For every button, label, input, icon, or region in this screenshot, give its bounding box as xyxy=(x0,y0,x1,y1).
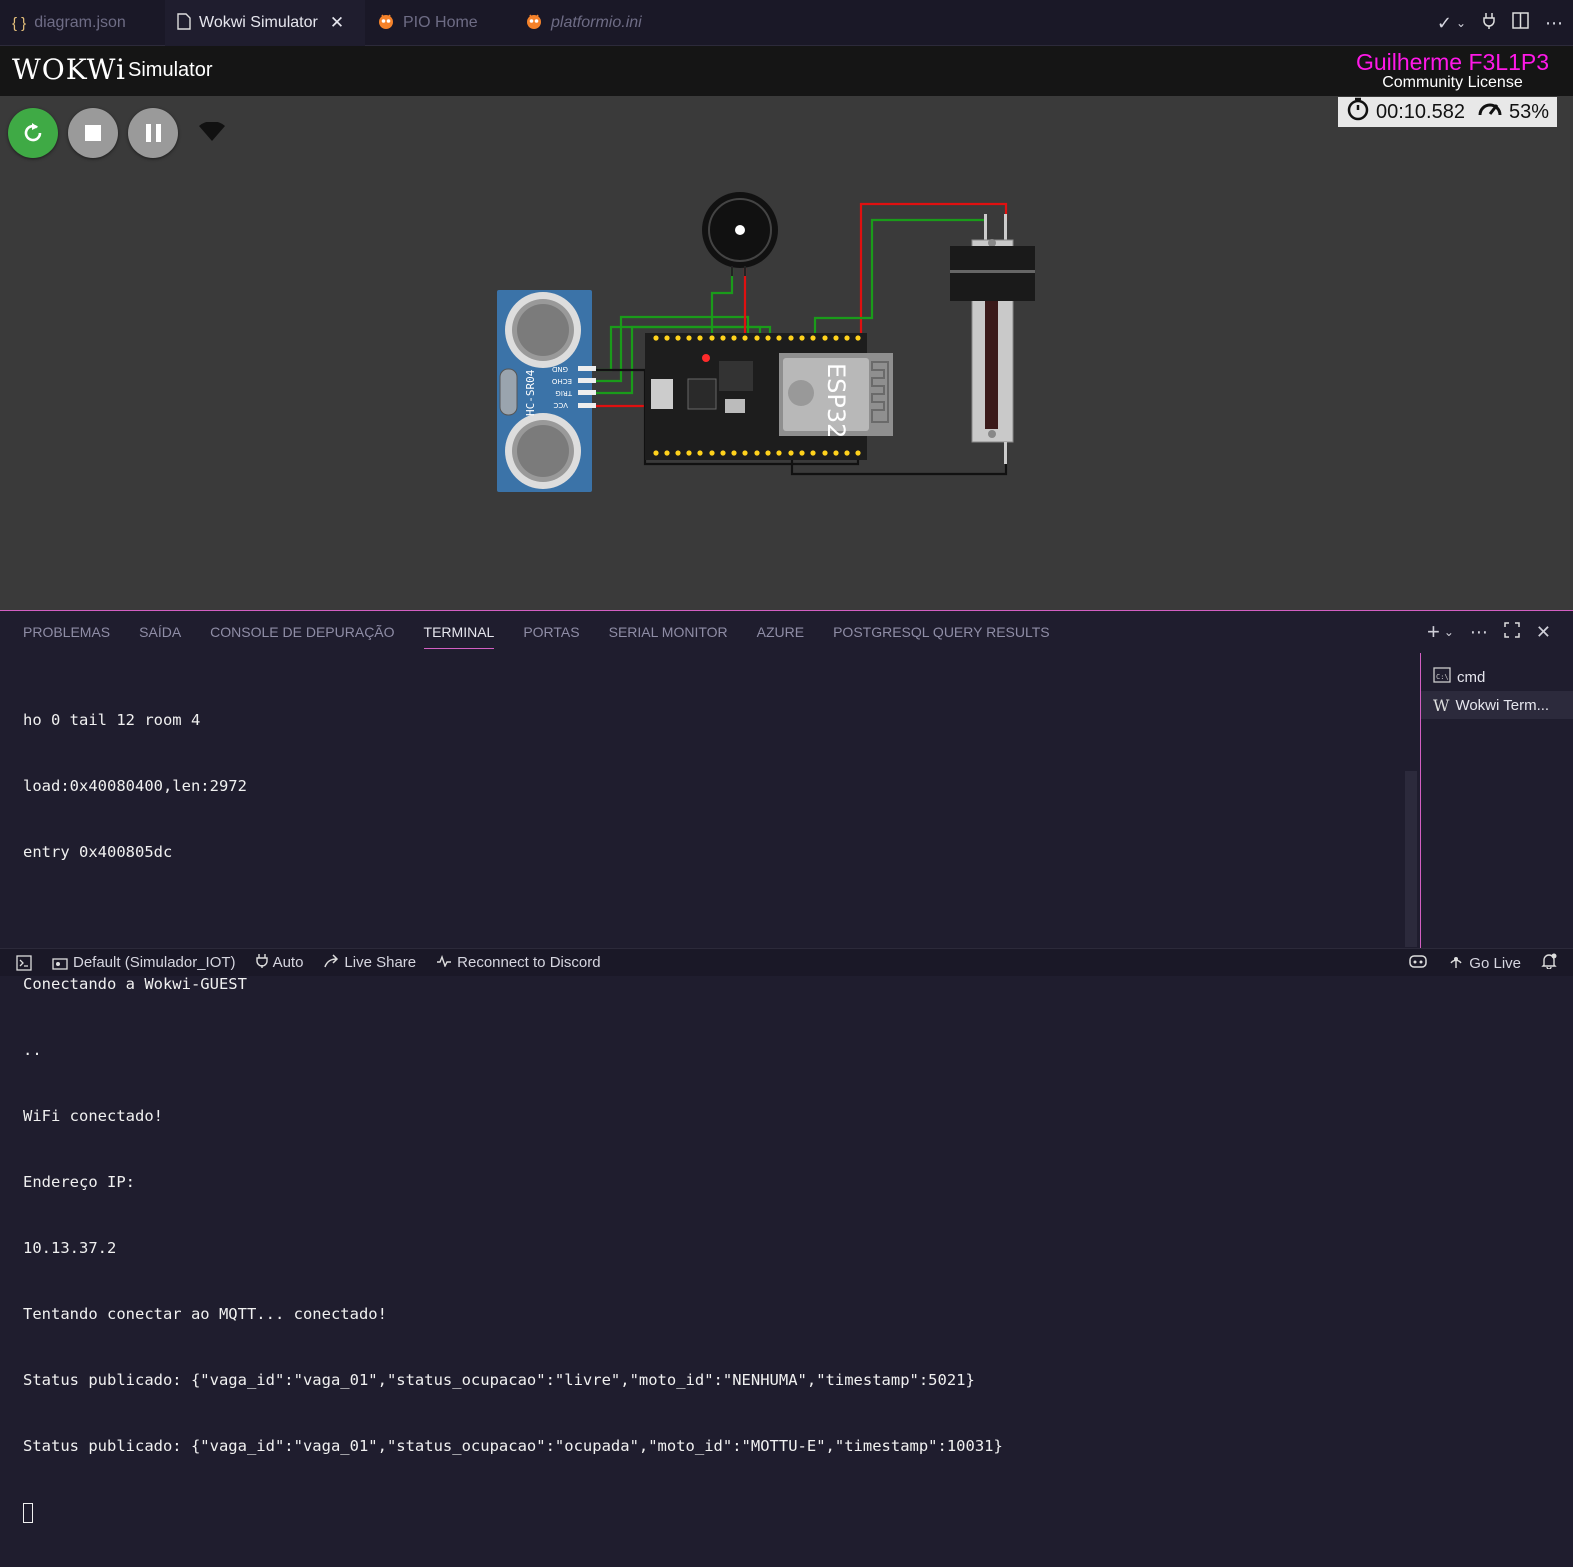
circuit-diagram: HC-SR04 GND ECHO TRIG VCC ESP32 xyxy=(497,192,1035,492)
status-go-live-label: Go Live xyxy=(1469,954,1521,972)
cmd-icon: C:\ xyxy=(1433,667,1451,687)
editor-actions: ✓ ⌄ ⋯ xyxy=(1437,0,1563,46)
terminal-line: 10.13.37.2 xyxy=(23,1239,117,1257)
simulator-title: Simulator xyxy=(128,59,213,81)
check-icon[interactable]: ✓ xyxy=(1437,13,1452,34)
tab-portas[interactable]: PORTAS xyxy=(523,611,579,653)
status-discord-label: Reconnect to Discord xyxy=(457,954,601,971)
platformio-icon xyxy=(525,12,543,34)
terminal-line: Status publicado: {"vaga_id":"vaga_01","… xyxy=(23,1437,1003,1455)
pulse-icon xyxy=(436,954,452,971)
more-actions-icon[interactable]: ⋯ xyxy=(1470,622,1488,643)
tab-azure[interactable]: AZURE xyxy=(757,611,804,653)
tab-label: diagram.json xyxy=(34,14,126,31)
terminal-line: Conectando a Wokwi-GUEST xyxy=(23,975,247,993)
wokwi-icon: W xyxy=(1433,695,1450,715)
status-live-share-label: Live Share xyxy=(344,954,417,971)
copilot-icon[interactable] xyxy=(1408,953,1428,973)
bottom-panel: PROBLEMAS SAÍDA CONSOLE DE DEPURAÇÃO TER… xyxy=(0,610,1573,1523)
platformio-icon xyxy=(377,12,395,34)
simulation-canvas[interactable]: 00:10.582 53% HC-SR04 GND ECHO TRIG VCC … xyxy=(0,96,1573,610)
profile-icon xyxy=(52,957,68,970)
panel-tabs: PROBLEMAS SAÍDA CONSOLE DE DEPURAÇÃO TER… xyxy=(0,611,1056,653)
user-info: Guilherme F3L1P3 Community License xyxy=(1356,49,1549,92)
user-name: Guilherme F3L1P3 xyxy=(1355,49,1549,75)
status-discord[interactable]: Reconnect to Discord xyxy=(436,954,601,971)
terminal-line: load:0x40080400,len:2972 xyxy=(23,777,247,795)
plug-icon[interactable] xyxy=(1482,12,1496,35)
status-go-live[interactable]: Go Live xyxy=(1448,953,1521,973)
ultrasonic-sensor[interactable]: HC-SR04 GND ECHO TRIG VCC xyxy=(497,290,596,492)
sensor-model-label: HC-SR04 xyxy=(524,369,537,416)
tab-saida[interactable]: SAÍDA xyxy=(139,611,181,653)
tab-platformio-ini[interactable]: platformio.ini xyxy=(513,0,683,46)
terminal-line: .. xyxy=(23,1041,42,1059)
status-auto-label: Auto xyxy=(272,954,304,971)
terminal-line: WiFi conectado! xyxy=(23,1107,163,1125)
status-profile[interactable]: Default (Simulador_IOT) xyxy=(52,954,236,971)
status-right: Go Live xyxy=(1408,949,1557,977)
tab-label: PIO Home xyxy=(403,14,478,31)
chevron-down-icon[interactable]: ⌄ xyxy=(1456,16,1466,30)
sensor-pin-echo: ECHO xyxy=(551,377,572,385)
license-label: Community License xyxy=(1382,74,1523,91)
status-auto[interactable]: Auto xyxy=(255,953,304,973)
braces-icon: { } xyxy=(12,14,27,32)
terminal-item-label: Wokwi Term... xyxy=(1455,696,1550,714)
terminal-line: ho 0 tail 12 room 4 xyxy=(23,711,201,729)
live-share-icon xyxy=(323,953,339,973)
tab-diagram-json[interactable]: { } diagram.json xyxy=(0,0,165,46)
terminal-item-wokwi[interactable]: W Wokwi Term... xyxy=(1421,691,1573,719)
terminal-output[interactable]: ho 0 tail 12 room 4 load:0x40080400,len:… xyxy=(23,665,1003,1567)
terminal-item-label: cmd xyxy=(1457,668,1486,686)
more-actions-icon[interactable]: ⋯ xyxy=(1545,13,1563,34)
sensor-pin-vcc: VCC xyxy=(553,401,568,409)
close-panel-icon[interactable]: ✕ xyxy=(1536,622,1551,643)
chevron-down-icon[interactable]: ⌄ xyxy=(1444,625,1454,639)
file-icon xyxy=(177,12,191,34)
tab-label: platformio.ini xyxy=(551,14,642,31)
terminal-cursor xyxy=(23,1502,33,1523)
wokwi-logo: WOKWi xyxy=(12,53,126,86)
buzzer[interactable] xyxy=(702,192,778,276)
status-bar: Default (Simulador_IOT) Auto Live Share … xyxy=(0,948,1573,976)
tab-terminal[interactable]: TERMINAL xyxy=(423,611,494,653)
tab-label: Wokwi Simulator xyxy=(199,14,318,31)
esp32-board[interactable]: ESP32 xyxy=(645,333,893,460)
wokwi-header: WOKWi Simulator Guilherme F3L1P3 Communi… xyxy=(0,46,1573,96)
tab-console-depuracao[interactable]: CONSOLE DE DEPURAÇÃO xyxy=(210,611,394,653)
remote-icon[interactable] xyxy=(16,954,32,971)
tab-serial-monitor[interactable]: SERIAL MONITOR xyxy=(609,611,728,653)
status-live-share[interactable]: Live Share xyxy=(323,953,416,973)
tab-pio-home[interactable]: PIO Home xyxy=(365,0,513,46)
terminal-item-cmd[interactable]: C:\ cmd xyxy=(1421,663,1573,691)
terminal-line: Tentando conectar ao MQTT... conectado! xyxy=(23,1305,387,1323)
sensor-pin-trig: TRIG xyxy=(555,389,573,397)
split-editor-icon[interactable] xyxy=(1512,12,1529,34)
terminal-line: Endereço IP: xyxy=(23,1173,135,1191)
notifications-bell-icon[interactable] xyxy=(1541,953,1557,973)
board-label: ESP32 xyxy=(822,363,850,438)
terminal-scrollbar[interactable] xyxy=(1405,771,1417,947)
sensor-pin-gnd: GND xyxy=(552,365,568,373)
tab-wokwi-simulator[interactable]: Wokwi Simulator ✕ xyxy=(165,0,365,46)
close-tab-icon[interactable]: ✕ xyxy=(330,13,344,33)
svg-text:C:\: C:\ xyxy=(1436,673,1449,681)
panel-actions: + ⌄ ⋯ ✕ xyxy=(1427,611,1551,653)
broadcast-icon xyxy=(1448,953,1464,973)
tab-problemas[interactable]: PROBLEMAS xyxy=(23,611,110,653)
maximize-panel-icon[interactable] xyxy=(1504,621,1520,643)
slide-potentiometer[interactable] xyxy=(950,214,1035,464)
new-terminal-icon[interactable]: + xyxy=(1427,619,1440,645)
status-profile-label: Default (Simulador_IOT) xyxy=(73,954,236,971)
terminal-list: C:\ cmd W Wokwi Term... xyxy=(1420,653,1573,949)
editor-tab-bar: { } diagram.json Wokwi Simulator ✕ PIO H… xyxy=(0,0,1573,46)
terminal-line: Status publicado: {"vaga_id":"vaga_01","… xyxy=(23,1371,975,1389)
plug-icon xyxy=(255,953,268,973)
terminal-line: entry 0x400805dc xyxy=(23,843,173,861)
tab-postgresql-query-results[interactable]: POSTGRESQL QUERY RESULTS xyxy=(833,611,1050,653)
